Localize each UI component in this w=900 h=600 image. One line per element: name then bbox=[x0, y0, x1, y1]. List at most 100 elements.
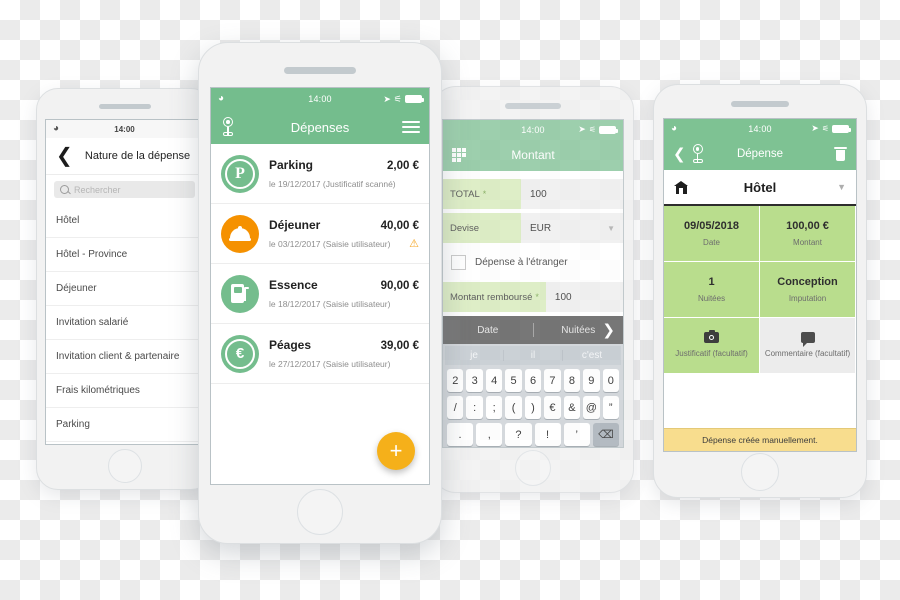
keyboard-key[interactable]: ; bbox=[485, 396, 503, 419]
nature-list-item[interactable]: Hôtel - Province bbox=[46, 238, 203, 272]
nature-list-item[interactable]: Parking bbox=[46, 408, 203, 442]
keyboard-suggestion[interactable]: c'est bbox=[563, 350, 621, 361]
field-total[interactable]: TOTAL * 100 bbox=[443, 179, 623, 209]
battery-full-icon bbox=[832, 124, 851, 133]
detail-cell-label: Justificatif (facultatif) bbox=[675, 349, 748, 358]
field-devise-label: Devise bbox=[443, 213, 521, 243]
expense-row[interactable]: € Péages 39,00 € le 27/12/2017 (Saisie util… bbox=[211, 324, 429, 384]
field-montant-rembourse-value[interactable]: 100 bbox=[545, 282, 623, 312]
expense-body: Parking 2,00 € le 19/12/2017 (Justificatif… bbox=[269, 158, 419, 189]
expense-date: le 19/12/2017 (Justificatif scanné) bbox=[269, 179, 396, 189]
home-button[interactable] bbox=[741, 453, 779, 491]
keyboard-key[interactable]: , bbox=[476, 423, 503, 446]
home-button[interactable] bbox=[297, 489, 343, 535]
back-chevron-left-icon[interactable]: ❮ bbox=[673, 147, 686, 162]
home-button[interactable] bbox=[515, 450, 551, 486]
phone-speaker bbox=[284, 67, 356, 74]
detail-cell[interactable]: 1 Nuitées bbox=[664, 262, 760, 318]
status-indicators: ➤ ⚟ bbox=[811, 123, 851, 134]
detail-cell[interactable]: Commentaire (facultatif) bbox=[760, 318, 856, 374]
detail-cell[interactable]: Justificatif (facultatif) bbox=[664, 318, 760, 374]
detail-cell[interactable]: 09/05/2018 Date bbox=[664, 206, 760, 262]
detail-cell-label: Montant bbox=[793, 237, 822, 247]
keyboard-suggestion[interactable]: il bbox=[504, 350, 563, 361]
keyboard-key[interactable]: 5 bbox=[505, 369, 522, 392]
keyboard-key[interactable]: 4 bbox=[485, 369, 503, 392]
detail-cell-value: 1 bbox=[708, 275, 715, 288]
keyboard-key[interactable]: ” bbox=[602, 396, 619, 419]
tab-date[interactable]: Date bbox=[443, 325, 533, 336]
keyboard-key[interactable]: . bbox=[446, 423, 474, 446]
keyboard-key[interactable]: 2 bbox=[447, 369, 464, 392]
field-devise[interactable]: Devise EUR ▼ bbox=[443, 213, 623, 243]
nature-list-item[interactable]: Invitation client & partenaire bbox=[46, 340, 203, 374]
chevron-right-icon[interactable]: ❯ bbox=[602, 323, 615, 338]
expense-row[interactable]: Déjeuner 40,00 € le 03/12/2017 (Saisie uti… bbox=[211, 204, 429, 264]
field-devise-value[interactable]: EUR ▼ bbox=[521, 213, 623, 243]
app-logo-icon bbox=[690, 144, 706, 164]
expense-amount: 40,00 € bbox=[380, 219, 419, 232]
keyboard-key[interactable]: € bbox=[544, 396, 561, 419]
trash-icon[interactable] bbox=[834, 146, 847, 162]
hamburger-menu-icon[interactable] bbox=[402, 118, 420, 136]
nature-list-item[interactable]: Hôtel bbox=[46, 204, 203, 238]
status-bar: ◕ 14:00 ➤ ⚟ bbox=[211, 88, 429, 110]
keyboard-key[interactable]: 7 bbox=[544, 369, 561, 392]
phone-montant: 14:00 ➤ ⚟ Montant TOTAL * 100 Devise EUR… bbox=[432, 86, 634, 493]
field-montant-rembourse[interactable]: Montant remboursé * 100 bbox=[443, 282, 623, 312]
location-arrow-icon: ➤ bbox=[383, 93, 391, 104]
expense-list: P Parking 2,00 € le 19/12/2017 (Justificati… bbox=[211, 144, 429, 384]
keyboard-key[interactable]: ( bbox=[505, 396, 522, 419]
status-clock: 14:00 bbox=[114, 124, 135, 134]
field-total-value[interactable]: 100 bbox=[521, 179, 623, 209]
keyboard-key[interactable]: & bbox=[563, 396, 581, 419]
add-expense-fab-button[interactable]: + bbox=[377, 432, 415, 470]
detail-cell[interactable]: Conception Imputation bbox=[760, 262, 856, 318]
search-input[interactable]: Rechercher bbox=[54, 181, 195, 198]
keyboard-row-punctuation: .,?!’ ⌫ bbox=[445, 423, 621, 446]
back-chevron-left-icon[interactable]: ❮ bbox=[46, 146, 82, 166]
keyboard-key[interactable]: 8 bbox=[563, 369, 581, 392]
keyboard-key[interactable]: @ bbox=[583, 396, 600, 419]
nature-list-item[interactable]: Frais kilométriques bbox=[46, 374, 203, 408]
grid-checklist-icon[interactable] bbox=[452, 148, 466, 162]
home-button[interactable] bbox=[107, 449, 142, 483]
expense-body: Essence 90,00 € le 18/12/2017 (Saisie util… bbox=[269, 278, 419, 309]
detail-cell-label: Commentaire (facultatif) bbox=[764, 349, 851, 358]
keyboard-key[interactable]: : bbox=[466, 396, 483, 419]
expense-row[interactable]: P Parking 2,00 € le 19/12/2017 (Justificati… bbox=[211, 144, 429, 204]
camera-icon bbox=[704, 329, 719, 343]
expense-name: Essence bbox=[269, 278, 318, 292]
detail-cell-label: Imputation bbox=[788, 293, 827, 303]
keyboard-key[interactable]: 0 bbox=[602, 369, 619, 392]
status-bar: ◕ 14:00 ➤ ⚟ bbox=[664, 119, 856, 138]
backspace-icon[interactable]: ⌫ bbox=[592, 423, 620, 446]
checkbox-label: Dépense à l'étranger bbox=[475, 257, 568, 268]
keyboard-key[interactable]: 6 bbox=[524, 369, 542, 392]
nature-list: Hôtel Hôtel - Province Déjeuner Invitation … bbox=[46, 204, 203, 444]
keyboard-key[interactable]: ! bbox=[534, 423, 561, 446]
chevron-down-icon: ▼ bbox=[607, 223, 615, 233]
nature-list-item[interactable]: Invitation salarié bbox=[46, 306, 203, 340]
expense-row[interactable]: Essence 90,00 € le 18/12/2017 (Saisie util… bbox=[211, 264, 429, 324]
expense-type-selector[interactable]: Hôtel ▼ bbox=[664, 170, 856, 206]
phone4-screen: ◕ 14:00 ➤ ⚟ ❮ Dépense Hôtel ▼ 09/05/2018… bbox=[663, 118, 857, 452]
tab-bar: Date Nuitées ❯ bbox=[443, 316, 623, 344]
keyboard-key[interactable]: / bbox=[447, 396, 464, 419]
checkbox-depense-etranger[interactable]: Dépense à l'étranger bbox=[443, 247, 623, 278]
expense-amount: 2,00 € bbox=[387, 160, 419, 172]
keyboard-key[interactable]: 9 bbox=[583, 369, 600, 392]
phone-depense-detail: ◕ 14:00 ➤ ⚟ ❮ Dépense Hôtel ▼ 09/05/2018… bbox=[653, 84, 867, 498]
checkbox-box[interactable] bbox=[451, 255, 466, 270]
nature-list-item[interactable]: Péages bbox=[46, 442, 203, 444]
chevron-down-icon[interactable]: ▼ bbox=[837, 182, 846, 192]
detail-cell[interactable]: 100,00 € Montant bbox=[760, 206, 856, 262]
keyboard-suggestion[interactable]: je bbox=[445, 350, 504, 361]
nature-list-item[interactable]: Déjeuner bbox=[46, 272, 203, 306]
keyboard-key[interactable]: ) bbox=[524, 396, 542, 419]
fuel-pump-icon bbox=[221, 274, 259, 313]
keyboard-key[interactable]: ’ bbox=[563, 423, 590, 446]
field-total-label: TOTAL * bbox=[443, 179, 521, 209]
keyboard-key[interactable]: 3 bbox=[466, 369, 483, 392]
keyboard-key[interactable]: ? bbox=[505, 423, 532, 446]
